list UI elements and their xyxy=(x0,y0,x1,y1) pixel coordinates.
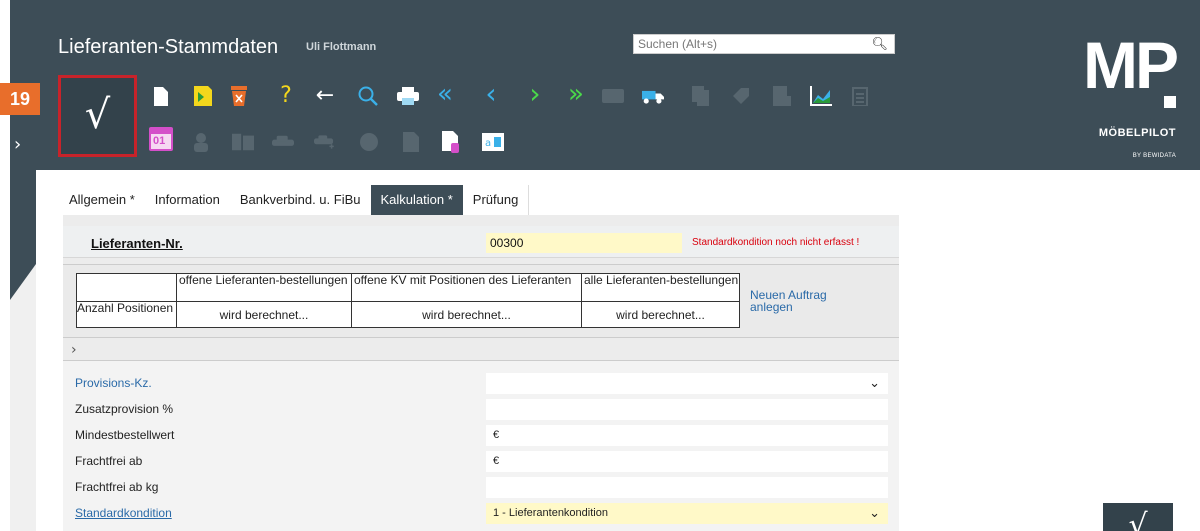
stats-value-all-orders: wird berechnet... xyxy=(581,301,740,328)
logo-name: MÖBELPILOT xyxy=(1098,127,1176,139)
logo-sub: BY BEWIDATA xyxy=(1132,153,1176,159)
tab-kalkulation[interactable]: Kalkulation * xyxy=(370,185,463,215)
zusatzprovision-label: Zusatzprovision % xyxy=(75,402,174,416)
last-record-icon[interactable]: » xyxy=(565,79,587,109)
search-input[interactable] xyxy=(634,35,864,53)
search-box: 🔍︎ xyxy=(633,34,895,54)
tab-allgemein[interactable]: Allgemein * xyxy=(59,185,145,215)
provision-select[interactable]: ⌄ xyxy=(486,373,888,394)
stats-value-open-kv: wird berechnet... xyxy=(351,301,582,328)
help-icon[interactable]: ? xyxy=(275,83,297,108)
standardkondition-select[interactable]: 1 - Lieferantenkondition ⌄ xyxy=(486,503,888,524)
app-window: › Lieferanten-Stammdaten Uli Flottmann 🔍… xyxy=(0,0,1200,531)
stats-header-open-orders: offene Lieferanten-bestellungen xyxy=(176,273,352,302)
first-record-icon[interactable]: « xyxy=(434,79,456,109)
frachtfrei-input[interactable]: € xyxy=(486,451,888,472)
truck-icon[interactable] xyxy=(642,85,664,107)
back-dropdown-icon[interactable]: ← xyxy=(314,83,336,108)
provision-label[interactable]: Provisions-Kz. xyxy=(75,376,152,390)
person-icon[interactable] xyxy=(190,131,212,153)
bookmark-icon[interactable] xyxy=(192,85,214,107)
books-icon[interactable] xyxy=(232,131,254,153)
chevron-right-icon[interactable]: › xyxy=(14,134,21,155)
stats-header-open-kv: offene KV mit Positionen des Lieferanten xyxy=(351,273,582,302)
stats-row-label: Anzahl Positionen xyxy=(76,301,177,328)
frachtfrei-kg-input[interactable] xyxy=(486,477,888,498)
mindestbestellwert-label: Mindestbestellwert xyxy=(75,428,175,442)
text-field-icon[interactable]: a xyxy=(482,131,504,153)
search-icon[interactable]: 🔍︎ xyxy=(871,36,888,52)
svg-text:a: a xyxy=(485,138,491,149)
stats-value-open-orders: wird berechnet... xyxy=(176,301,352,328)
zusatzprovision-input[interactable] xyxy=(486,399,888,420)
brand-logo: MP MÖBELPILOT BY BEWIDATA xyxy=(1076,32,1179,159)
supplier-number-label[interactable]: Lieferanten-Nr. xyxy=(91,236,183,251)
keyboard-icon[interactable] xyxy=(602,85,624,107)
stats-corner xyxy=(76,273,177,302)
calendar-day: 01 xyxy=(153,135,166,147)
save-button[interactable]: √ xyxy=(58,75,137,157)
tab-bankverbindung[interactable]: Bankverbind. u. FiBu xyxy=(229,185,371,215)
chevron-down-icon[interactable]: ⌄ xyxy=(869,503,880,524)
step-badge: 19 xyxy=(0,83,40,115)
row-frachtfrei: Frachtfrei ab € xyxy=(63,449,899,473)
tab-bar: Allgemein * Information Bankverbind. u. … xyxy=(59,185,530,215)
condition-warning: Standardkondition noch nicht erfasst ! xyxy=(692,237,860,248)
book-icon[interactable] xyxy=(771,85,793,107)
new-document-icon[interactable] xyxy=(150,85,172,107)
tag-icon[interactable] xyxy=(730,85,752,107)
clipboard-icon[interactable] xyxy=(849,85,871,107)
supplier-number-field[interactable]: 00300 xyxy=(486,233,682,253)
user-name: Uli Flottmann xyxy=(306,41,377,53)
print-icon[interactable] xyxy=(397,85,419,107)
standardkondition-label[interactable]: Standardkondition xyxy=(75,506,172,520)
car-add-icon[interactable] xyxy=(314,131,336,153)
standardkondition-value: 1 - Lieferantenkondition xyxy=(493,507,608,519)
document-edit-icon[interactable] xyxy=(440,131,462,153)
stats-header-all-orders: alle Lieferanten-bestellungen xyxy=(581,273,740,302)
tab-information[interactable]: Information xyxy=(144,185,230,215)
disc-icon[interactable] xyxy=(358,131,380,153)
document-icon[interactable] xyxy=(400,131,422,153)
copy-icon[interactable] xyxy=(690,85,712,107)
row-standardkondition: Standardkondition 1 - Lieferantenkonditi… xyxy=(63,501,899,525)
tab-pruefung[interactable]: Prüfung xyxy=(462,185,530,215)
floating-save-button[interactable]: √ xyxy=(1103,503,1173,531)
page-title: Lieferanten-Stammdaten xyxy=(58,36,279,58)
frachtfrei-kg-label: Frachtfrei ab kg xyxy=(75,480,159,494)
frachtfrei-label: Frachtfrei ab xyxy=(75,454,143,468)
row-provision: Provisions-Kz. ⌄ xyxy=(63,371,899,395)
row-mindestbestellwert: Mindestbestellwert € xyxy=(63,423,899,447)
row-zusatzprovision: Zusatzprovision % xyxy=(63,397,899,421)
left-gutter xyxy=(0,0,10,531)
chart-icon[interactable] xyxy=(810,85,832,107)
stats-table: offene Lieferanten-bestellungen offene K… xyxy=(76,273,740,328)
logo-dot xyxy=(1164,96,1176,108)
chevron-down-icon[interactable]: ⌄ xyxy=(869,373,880,394)
new-order-link[interactable]: Neuen Auftrag anlegen xyxy=(750,289,860,313)
delete-icon[interactable] xyxy=(228,85,250,107)
previous-record-icon[interactable]: ‹ xyxy=(480,77,502,110)
next-record-icon[interactable]: › xyxy=(524,77,546,110)
search-icon[interactable] xyxy=(357,85,379,107)
expand-chevron-icon[interactable]: › xyxy=(71,342,77,358)
row-frachtfrei-kg: Frachtfrei ab kg xyxy=(63,475,899,499)
mindestbestellwert-input[interactable]: € xyxy=(486,425,888,446)
car-icon[interactable] xyxy=(272,131,294,153)
logo-mark: MP xyxy=(1083,28,1179,102)
